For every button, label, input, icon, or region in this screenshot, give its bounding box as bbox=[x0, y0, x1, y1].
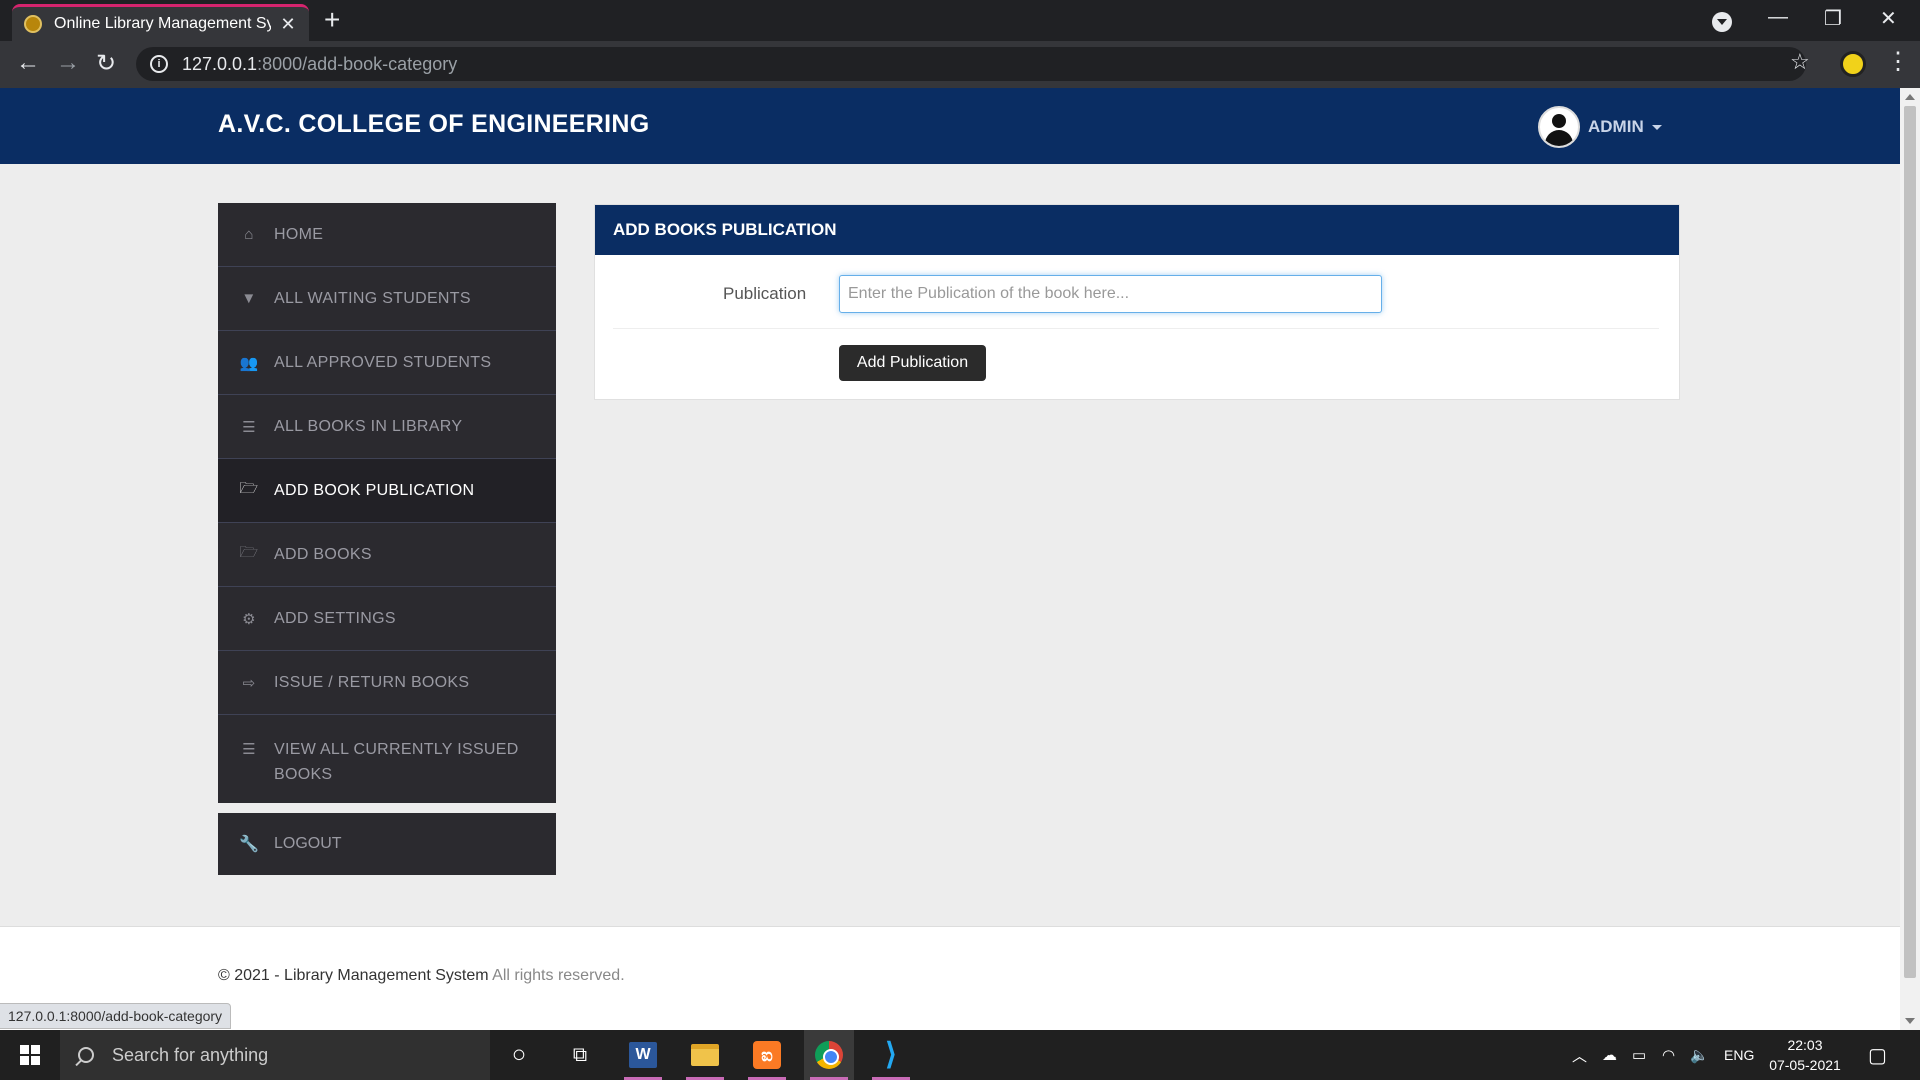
publication-input[interactable] bbox=[839, 275, 1382, 313]
extension-icon[interactable] bbox=[1840, 51, 1866, 77]
scroll-up-icon[interactable] bbox=[1905, 94, 1915, 100]
volume-icon[interactable]: 🔈 bbox=[1690, 1030, 1709, 1080]
forward-icon[interactable]: → bbox=[56, 49, 80, 77]
browser-tabstrip: Online Library Management Syst ✕ + — ❐ ✕ bbox=[0, 0, 1920, 41]
sidebar-item-add-settings[interactable]: ⚙ ADD SETTINGS bbox=[218, 587, 556, 651]
avatar[interactable] bbox=[1538, 106, 1580, 148]
folder-open-icon: 🗁 bbox=[239, 544, 259, 561]
sidebar-item-add-book-publication[interactable]: 🗁 ADD BOOK PUBLICATION bbox=[218, 459, 556, 523]
dropdown-caret-icon[interactable] bbox=[1651, 124, 1662, 130]
wrench-icon: 🔧 bbox=[239, 836, 259, 853]
bookmark-star-icon[interactable]: ☆ bbox=[1790, 49, 1810, 75]
add-publication-button[interactable]: Add Publication bbox=[839, 345, 986, 381]
sidebar-item-issued-books[interactable]: ☰ VIEW ALL CURRENTLY ISSUED BOOKS bbox=[218, 715, 556, 803]
scroll-down-icon[interactable] bbox=[1905, 1018, 1915, 1024]
sidebar-nav: ⌂ HOME ▼ ALL WAITING STUDENTS 👥 ALL APPR… bbox=[218, 203, 556, 803]
user-menu[interactable]: ADMIN bbox=[1538, 106, 1662, 148]
browser-menu-icon[interactable]: ⋮ bbox=[1886, 47, 1910, 76]
file-explorer-app[interactable] bbox=[680, 1030, 730, 1080]
scroll-thumb[interactable] bbox=[1904, 106, 1916, 978]
tab-close-icon[interactable]: ✕ bbox=[279, 14, 297, 35]
folder-open-icon: 🗁 bbox=[239, 480, 259, 497]
list-icon: ☰ bbox=[242, 418, 256, 436]
chrome-app[interactable] bbox=[804, 1030, 854, 1080]
chrome-icon bbox=[815, 1041, 843, 1069]
clock-time: 22:03 bbox=[1787, 1037, 1823, 1053]
address-bar[interactable]: i 127.0.0.1:8000/add-book-category bbox=[136, 47, 1806, 81]
site-footer: © 2021 - Library Management System All r… bbox=[0, 926, 1900, 1030]
gear-icon: ⚙ bbox=[242, 610, 256, 628]
home-icon: ⌂ bbox=[244, 226, 254, 243]
copyright-text: © 2021 - Library Management System All r… bbox=[218, 967, 625, 984]
tab-title: Online Library Management Syst bbox=[54, 15, 271, 32]
share-icon: ⇨ bbox=[242, 674, 256, 692]
panel-title: ADD BOOKS PUBLICATION bbox=[595, 205, 1679, 255]
cortana-icon[interactable]: ○ bbox=[502, 1038, 536, 1072]
taskbar-search-placeholder: Search for anything bbox=[112, 1044, 269, 1065]
url-text[interactable]: 127.0.0.1:8000/add-book-category bbox=[182, 54, 457, 75]
publication-label: Publication bbox=[723, 284, 807, 303]
tray-chevron-icon[interactable]: ︿ bbox=[1572, 1030, 1587, 1080]
sidebar-item-home[interactable]: ⌂ HOME bbox=[218, 203, 556, 267]
file-explorer-icon bbox=[691, 1044, 719, 1066]
xampp-icon: ಐ bbox=[753, 1041, 781, 1069]
college-favicon-icon bbox=[24, 15, 42, 33]
downloads-icon[interactable] bbox=[1712, 12, 1732, 32]
minimize-icon[interactable]: — bbox=[1768, 6, 1788, 29]
taskbar-search[interactable]: Search for anything bbox=[60, 1030, 490, 1080]
notifications-icon[interactable]: ▢ bbox=[1868, 1030, 1887, 1080]
word-icon: W bbox=[629, 1042, 657, 1068]
user-name[interactable]: ADMIN bbox=[1588, 117, 1644, 137]
sidebar-item-all-books[interactable]: ☰ ALL BOOKS IN LIBRARY bbox=[218, 395, 556, 459]
sidebar-item-label: HOME bbox=[274, 225, 324, 243]
xampp-app[interactable]: ಐ bbox=[742, 1030, 792, 1080]
list-icon: ☰ bbox=[242, 741, 256, 758]
sidebar-item-label: ALL APPROVED STUDENTS bbox=[274, 353, 492, 371]
site-brand[interactable]: A.V.C. COLLEGE OF ENGINEERING bbox=[218, 110, 649, 139]
users-icon: 👥 bbox=[239, 354, 259, 372]
sidebar-item-label: ADD BOOKS bbox=[274, 545, 372, 563]
browser-tab[interactable]: Online Library Management Syst ✕ bbox=[12, 4, 309, 41]
site-info-icon[interactable]: i bbox=[150, 55, 168, 73]
sidebar-item-label: VIEW ALL CURRENTLY ISSUED BOOKS bbox=[274, 741, 519, 783]
sidebar-item-waiting-students[interactable]: ▼ ALL WAITING STUDENTS bbox=[218, 267, 556, 331]
windows-taskbar: Search for anything ○ ⧉ W ಐ ⟩ ︿ ☁ ▭ ◠ 🔈 … bbox=[0, 1030, 1920, 1080]
back-icon[interactable]: ← bbox=[16, 49, 40, 77]
logout-label: LOGOUT bbox=[274, 835, 342, 852]
sidebar-item-add-books[interactable]: 🗁 ADD BOOKS bbox=[218, 523, 556, 587]
vscode-app[interactable]: ⟩ bbox=[866, 1030, 916, 1080]
sidebar-item-label: ADD BOOK PUBLICATION bbox=[274, 481, 475, 499]
filter-icon: ▼ bbox=[241, 290, 257, 307]
sidebar-item-approved-students[interactable]: 👥 ALL APPROVED STUDENTS bbox=[218, 331, 556, 395]
sidebar-item-label: ISSUE / RETURN BOOKS bbox=[274, 673, 470, 691]
publication-form-row: Publication bbox=[613, 275, 1659, 329]
sidebar-item-label: ALL BOOKS IN LIBRARY bbox=[274, 417, 463, 435]
restore-icon[interactable]: ❐ bbox=[1824, 6, 1842, 31]
task-view-icon[interactable]: ⧉ bbox=[563, 1038, 597, 1072]
page-scrollbar[interactable] bbox=[1900, 88, 1920, 1030]
web-page: A.V.C. COLLEGE OF ENGINEERING ADMIN ⌂ HO… bbox=[0, 88, 1900, 1030]
wifi-icon[interactable]: ◠ bbox=[1662, 1030, 1675, 1080]
system-clock[interactable]: 22:03 07-05-2021 bbox=[1760, 1035, 1850, 1075]
add-publication-panel: ADD BOOKS PUBLICATION Publication Add Pu… bbox=[594, 204, 1680, 400]
site-header: A.V.C. COLLEGE OF ENGINEERING ADMIN bbox=[0, 88, 1900, 164]
reload-icon[interactable]: ↻ bbox=[96, 49, 116, 78]
vscode-icon: ⟩ bbox=[885, 1038, 897, 1071]
onedrive-icon[interactable]: ☁ bbox=[1602, 1030, 1617, 1080]
sidebar-item-issue-return[interactable]: ⇨ ISSUE / RETURN BOOKS bbox=[218, 651, 556, 715]
battery-icon[interactable]: ▭ bbox=[1632, 1030, 1646, 1080]
new-tab-icon[interactable]: + bbox=[324, 6, 340, 34]
word-app[interactable]: W bbox=[618, 1030, 668, 1080]
language-indicator[interactable]: ENG bbox=[1724, 1030, 1754, 1080]
window-close-icon[interactable]: ✕ bbox=[1880, 6, 1897, 31]
link-status-bubble: 127.0.0.1:8000/add-book-category bbox=[0, 1003, 232, 1029]
windows-start-icon[interactable] bbox=[20, 1045, 40, 1065]
sidebar-item-label: ALL WAITING STUDENTS bbox=[274, 289, 471, 307]
sidebar-item-label: ADD SETTINGS bbox=[274, 609, 396, 627]
logout-button[interactable]: 🔧 LOGOUT bbox=[218, 813, 556, 875]
browser-toolbar: ← → ↻ i 127.0.0.1:8000/add-book-category… bbox=[0, 41, 1920, 88]
clock-date: 07-05-2021 bbox=[1769, 1057, 1841, 1073]
search-icon bbox=[78, 1047, 94, 1063]
